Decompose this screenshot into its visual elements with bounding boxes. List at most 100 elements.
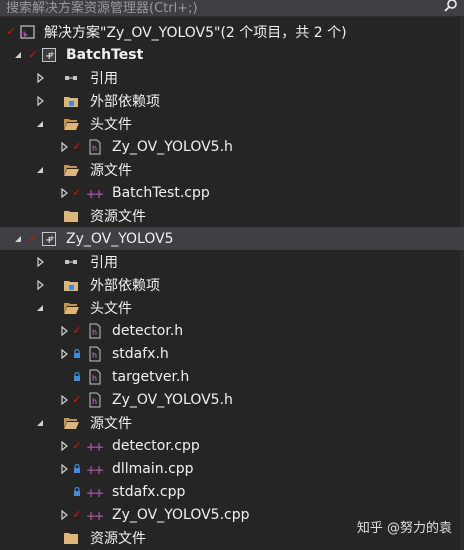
header-files-label: 头文件 [90,116,132,133]
solution-tree: ✓ 解决方案"Zy_OV_YOLOV5"(2 个项目，共 2 个) ✓ + + B… [0,20,464,549]
search-box[interactable]: 搜索解决方案资源管理器(Ctrl+;) [0,0,464,17]
collapsed-arrow-icon[interactable] [58,319,70,342]
project-icon: + + [40,227,58,250]
collapsed-arrow-icon[interactable] [58,135,70,158]
collapsed-arrow-icon[interactable] [34,89,46,112]
tree-row-file[interactable]: ✓ + + BatchTest.cpp [0,181,464,204]
check-icon: ✓ [72,324,82,337]
file-name: Zy_OV_YOLOV5.h [112,138,233,155]
collapsed-arrow-icon[interactable] [58,434,70,457]
tree-row-file[interactable]: ✓ h detector.h [0,319,464,342]
expanded-arrow-icon[interactable] [34,112,46,135]
collapsed-arrow-icon[interactable] [34,66,46,89]
collapsed-arrow-icon[interactable] [58,388,70,411]
expanded-arrow-icon[interactable] [34,411,46,434]
svg-text:+: + [94,486,104,500]
svg-text:h: h [92,397,97,406]
tree-row-external-dependencies[interactable]: 外部依赖项 [0,89,464,112]
cpp-file-icon: + + [86,480,104,503]
file-name: Zy_OV_YOLOV5.cpp [112,506,250,523]
svg-text:+: + [49,234,55,242]
svg-text:h: h [92,328,97,337]
references-label: 引用 [90,254,118,271]
search-icon[interactable] [444,0,458,16]
lock-icon [72,365,82,388]
svg-text:+: + [94,440,104,454]
header-file-icon: h [86,319,104,342]
external-dependencies-icon [62,89,80,112]
tree-row-resource-files[interactable]: 资源文件 [0,204,464,227]
file-name: detector.h [112,322,184,339]
source-files-label: 源文件 [90,162,132,179]
lock-icon [72,342,82,365]
tree-row-file[interactable]: ✓ + + detector.cpp [0,434,464,457]
references-label: 引用 [90,70,118,87]
tree-row-source-files[interactable]: 源文件 [0,158,464,181]
references-icon [62,66,80,89]
tree-row-file[interactable]: ✓ h Zy_OV_YOLOV5.h [0,388,464,411]
tree-row-file[interactable]: h stdafx.h [0,342,464,365]
svg-text:h: h [92,374,97,383]
collapsed-arrow-icon[interactable] [58,503,70,526]
collapsed-arrow-icon[interactable] [34,273,46,296]
header-file-icon: h [86,135,104,158]
tree-row-file[interactable]: h targetver.h [0,365,464,388]
svg-text:+: + [49,50,55,58]
expanded-arrow-icon[interactable] [34,158,46,181]
expanded-arrow-icon[interactable] [12,43,24,66]
lock-icon [72,457,82,480]
check-icon: ✓ [6,25,16,38]
resource-files-label: 资源文件 [90,530,146,547]
cpp-file-icon: + + [86,434,104,457]
check-icon: ✓ [72,439,82,452]
tree-row-references[interactable]: 引用 [0,66,464,89]
tree-row-file[interactable]: ✓ h Zy_OV_YOLOV5.h [0,135,464,158]
references-icon [62,250,80,273]
file-name: targetver.h [112,368,190,385]
svg-text:h: h [92,351,97,360]
folder-open-icon [62,296,80,319]
header-file-icon: h [86,388,104,411]
tree-row-references[interactable]: 引用 [0,250,464,273]
collapsed-arrow-icon[interactable] [58,181,70,204]
resource-files-label: 资源文件 [90,208,146,225]
tree-row-file[interactable]: + + dllmain.cpp [0,457,464,480]
check-icon: ✓ [72,508,82,521]
tree-row-source-files[interactable]: 源文件 [0,411,464,434]
tree-row-header-files[interactable]: 头文件 [0,112,464,135]
cpp-file-icon: + + [86,503,104,526]
solution-label: 解决方案"Zy_OV_YOLOV5"(2 个项目，共 2 个) [44,24,347,41]
tree-row-solution[interactable]: ✓ 解决方案"Zy_OV_YOLOV5"(2 个项目，共 2 个) [0,20,464,43]
external-dependencies-label: 外部依赖项 [90,93,160,110]
tree-row-project[interactable]: ✓ + + BatchTest [0,43,464,66]
header-file-icon: h [86,342,104,365]
svg-text:h: h [92,144,97,153]
project-name: Zy_OV_YOLOV5 [66,230,174,247]
external-dependencies-icon [62,273,80,296]
expanded-arrow-icon[interactable] [34,296,46,319]
tree-row-project[interactable]: ✓ + + Zy_OV_YOLOV5 [0,227,464,250]
source-files-label: 源文件 [90,415,132,432]
solution-explorer: 搜索解决方案资源管理器(Ctrl+;) ✓ 解决方案"Zy_OV_YOLOV5"… [0,0,464,550]
collapsed-arrow-icon[interactable] [34,250,46,273]
file-name: dllmain.cpp [112,460,194,477]
solution-icon [18,20,36,43]
file-name: detector.cpp [112,437,200,454]
folder-open-icon [62,411,80,434]
svg-text:+: + [94,463,104,477]
cpp-file-icon: + + [86,457,104,480]
collapsed-arrow-icon[interactable] [58,342,70,365]
collapsed-arrow-icon[interactable] [58,457,70,480]
tree-row-external-dependencies[interactable]: 外部依赖项 [0,273,464,296]
lock-icon [72,480,82,503]
tree-row-file[interactable]: + + stdafx.cpp [0,480,464,503]
project-icon: + + [40,43,58,66]
expanded-arrow-icon[interactable] [12,227,24,250]
check-icon: ✓ [28,48,38,61]
file-name: stdafx.h [112,345,169,362]
external-dependencies-label: 外部依赖项 [90,277,160,294]
check-icon: ✓ [72,393,82,406]
tree-row-header-files[interactable]: 头文件 [0,296,464,319]
check-icon: ✓ [72,140,82,153]
search-input[interactable]: 搜索解决方案资源管理器(Ctrl+;) [6,0,198,16]
